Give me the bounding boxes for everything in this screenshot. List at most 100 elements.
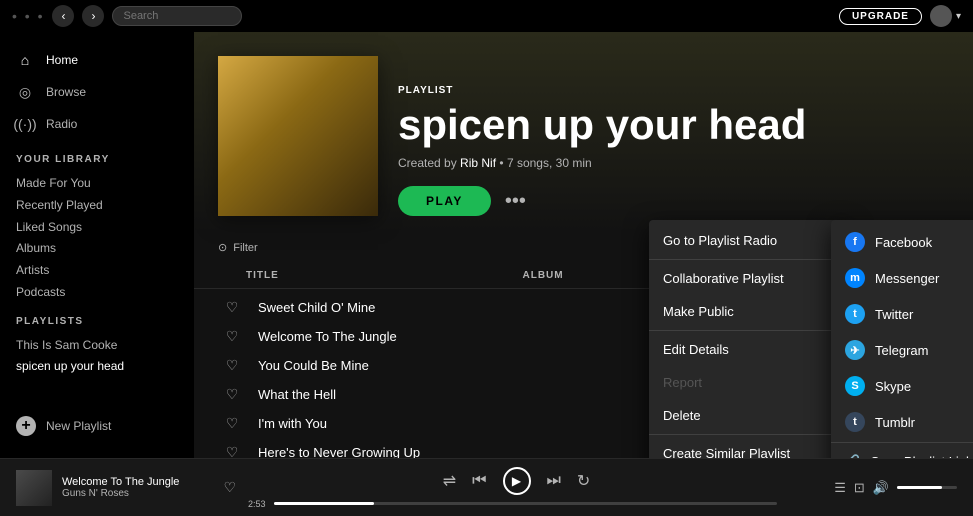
window-controls: • • •: [12, 8, 44, 24]
sidebar-item-browse[interactable]: ◎ Browse: [0, 76, 194, 108]
twitter-icon: t: [845, 304, 865, 324]
meta-separator: •: [499, 156, 507, 170]
sidebar-item-albums[interactable]: Albums: [0, 236, 194, 258]
search-input[interactable]: [112, 6, 242, 26]
top-bar: • • • ‹ › UPGRADE ▾: [0, 0, 973, 32]
facebook-icon: f: [845, 232, 865, 252]
col-title-header: TITLE: [246, 270, 523, 281]
menu-item-report: Report: [649, 366, 849, 399]
upgrade-button[interactable]: UPGRADE: [839, 8, 922, 25]
share-tumblr[interactable]: t Tumblr: [831, 404, 973, 440]
sidebar-playlist-spicen-up-your-head[interactable]: spicen up your head: [0, 354, 194, 376]
nav-forward-button[interactable]: ›: [82, 5, 104, 27]
playlist-type-label: PLAYLIST: [398, 85, 949, 96]
sidebar-item-label: Radio: [46, 117, 77, 131]
menu-item-delete[interactable]: Delete: [649, 399, 849, 432]
like-button[interactable]: ♡: [218, 444, 246, 458]
now-playing-artist: Guns N' Roses: [62, 488, 213, 499]
menu-item-collaborative[interactable]: Collaborative Playlist: [649, 262, 849, 295]
menu-item-make-public[interactable]: Make Public: [649, 295, 849, 328]
track-name: What the Hell: [258, 387, 511, 402]
browse-icon: ◎: [16, 83, 34, 101]
like-button[interactable]: ♡: [218, 357, 246, 374]
home-icon: ⌂: [16, 51, 34, 69]
action-row: PLAY •••: [398, 186, 949, 216]
filter-area: ⊙ Filter: [218, 241, 258, 254]
sidebar-playlist-this-is-sam-cooke[interactable]: This Is Sam Cooke: [0, 333, 194, 355]
current-time: 2:53: [248, 499, 266, 509]
shuffle-button[interactable]: ⇌: [443, 471, 456, 491]
prev-button[interactable]: ⏮: [472, 472, 486, 490]
share-copy-link[interactable]: 🔗 Copy Playlist Link ←: [831, 445, 973, 458]
track-name: You Could Be Mine: [258, 358, 511, 373]
sidebar-item-made-for-you[interactable]: Made For You: [0, 171, 194, 193]
messenger-icon: m: [845, 268, 865, 288]
share-tumblr-label: Tumblr: [875, 415, 915, 430]
sidebar-item-recently-played[interactable]: Recently Played: [0, 193, 194, 215]
devices-button[interactable]: ⊡: [854, 480, 865, 496]
progress-track[interactable]: [274, 502, 777, 505]
progress-bar-area: 2:53: [248, 499, 785, 509]
sidebar-item-podcasts[interactable]: Podcasts: [0, 280, 194, 302]
now-playing-thumbnail: [16, 470, 52, 506]
sidebar-item-home[interactable]: ⌂ Home: [0, 44, 194, 76]
share-skype[interactable]: S Skype: [831, 368, 973, 404]
volume-icon[interactable]: 🔊: [873, 480, 889, 496]
track-name: I'm with You: [258, 416, 511, 431]
progress-fill: [274, 502, 375, 505]
sidebar-item-artists[interactable]: Artists: [0, 258, 194, 280]
menu-item-go-to-radio[interactable]: Go to Playlist Radio: [649, 224, 849, 257]
heart-button[interactable]: ♡: [223, 479, 236, 496]
creator-link[interactable]: Rib Nif: [460, 156, 496, 170]
like-button[interactable]: ♡: [218, 386, 246, 403]
library-section-label: YOUR LIBRARY: [0, 140, 194, 171]
playlist-cover-art: [218, 56, 378, 216]
menu-item-edit-details[interactable]: Edit Details: [649, 333, 849, 366]
share-facebook[interactable]: f Facebook: [831, 224, 973, 260]
sidebar-item-liked-songs[interactable]: Liked Songs: [0, 215, 194, 237]
tumblr-icon: t: [845, 412, 865, 432]
track-name: Here's to Never Growing Up: [258, 445, 511, 458]
share-telegram-label: Telegram: [875, 343, 928, 358]
volume-bar[interactable]: [897, 486, 957, 489]
play-pause-button[interactable]: ▶: [503, 467, 531, 495]
sidebar-item-label: Browse: [46, 85, 86, 99]
more-options-button[interactable]: •••: [505, 191, 526, 211]
new-playlist-label: New Playlist: [46, 419, 111, 433]
share-twitter[interactable]: t Twitter: [831, 296, 973, 332]
menu-divider: [649, 434, 849, 435]
share-skype-label: Skype: [875, 379, 911, 394]
playlist-title: spicen up your head: [398, 102, 949, 148]
playlist-header: PLAYLIST spicen up your head Created by …: [194, 32, 973, 232]
track-name: Welcome To The Jungle: [258, 329, 511, 344]
like-button[interactable]: ♡: [218, 328, 246, 345]
control-buttons: ⇌ ⏮ ▶ ⏭ ↻: [443, 467, 591, 495]
plus-circle-icon: +: [16, 416, 36, 436]
play-button[interactable]: PLAY: [398, 186, 491, 216]
sidebar-item-radio[interactable]: ((·)) Radio: [0, 108, 194, 140]
track-name: Sweet Child O' Mine: [258, 300, 511, 315]
repeat-button[interactable]: ↻: [577, 471, 590, 491]
like-button[interactable]: ♡: [218, 415, 246, 432]
right-controls: ☰ ⊡ 🔊: [797, 480, 957, 496]
nav-back-button[interactable]: ‹: [52, 5, 74, 27]
playlist-meta-text: 7 songs, 30 min: [507, 156, 592, 170]
share-telegram[interactable]: ✈ Telegram: [831, 332, 973, 368]
new-playlist-button[interactable]: + New Playlist: [0, 406, 194, 446]
playlists-section-label: PLAYLISTS: [0, 302, 194, 333]
avatar-area[interactable]: ▾: [930, 5, 961, 27]
skype-icon: S: [845, 376, 865, 396]
share-submenu: f Facebook m Messenger t Twitter ✈ Teleg…: [831, 220, 973, 458]
menu-divider: [831, 442, 973, 443]
playlist-info: PLAYLIST spicen up your head Created by …: [398, 85, 949, 216]
queue-button[interactable]: ☰: [834, 480, 846, 496]
like-button[interactable]: ♡: [218, 299, 246, 316]
playlist-meta: Created by Rib Nif • 7 songs, 30 min: [398, 156, 949, 170]
telegram-icon: ✈: [845, 340, 865, 360]
copy-link-icon: 🔗: [845, 454, 860, 458]
menu-item-create-similar[interactable]: Create Similar Playlist: [649, 437, 849, 458]
next-button[interactable]: ⏭: [547, 472, 561, 490]
filter-label: Filter: [233, 242, 257, 254]
share-messenger[interactable]: m Messenger: [831, 260, 973, 296]
now-playing-info: Welcome To The Jungle Guns N' Roses: [62, 476, 213, 499]
